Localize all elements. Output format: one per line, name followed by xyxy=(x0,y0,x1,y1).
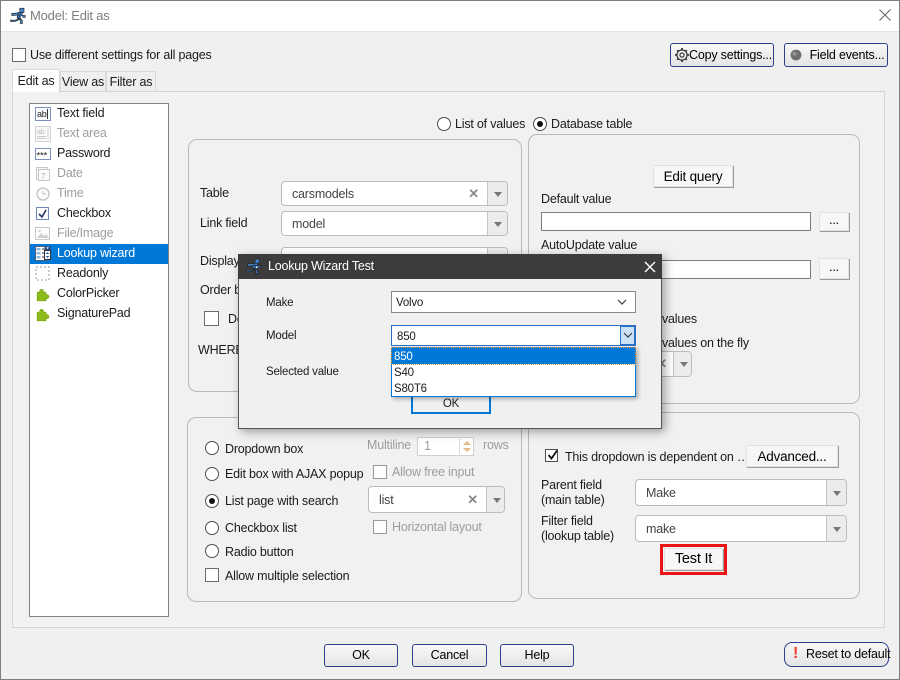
svg-text:***: *** xyxy=(37,151,48,162)
svg-text:abl: abl xyxy=(37,109,49,119)
svg-text:ab: ab xyxy=(37,129,45,136)
